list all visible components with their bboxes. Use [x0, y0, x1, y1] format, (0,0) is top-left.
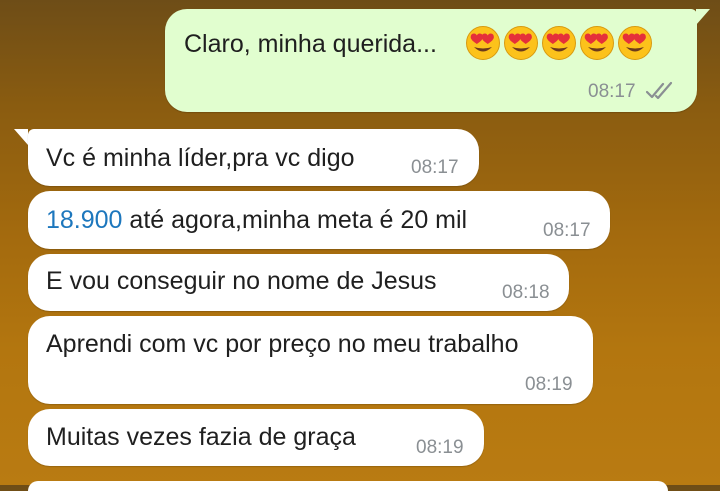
message-bubble-incoming[interactable]: Muitas vezes fazia de graça 08:19	[28, 409, 484, 466]
heart-eyes-emoji	[542, 26, 576, 60]
message-text: Claro, minha querida...	[184, 30, 437, 58]
message-bubble-incoming[interactable]: Vc é minha líder,pra vc digo 08:17	[28, 129, 479, 186]
message-text: Muitas vezes fazia de graça	[46, 423, 356, 451]
heart-eyes-emoji	[504, 26, 538, 60]
heart-eyes-emoji	[466, 26, 500, 60]
message-text-rest: até agora,minha meta é 20 mil	[122, 206, 468, 234]
message-bubble-incoming[interactable]: 18.900 até agora,minha meta é 20 mil 08:…	[28, 191, 610, 249]
double-check-icon	[646, 81, 673, 100]
heart-eyes-emoji	[580, 26, 614, 60]
message-time: 08:19	[525, 374, 573, 395]
next-bubble-edge	[28, 481, 668, 491]
phone-number-link[interactable]: 18.900	[46, 206, 122, 234]
bubble-tail	[696, 9, 710, 25]
message-time: 08:17	[543, 220, 591, 241]
message-time: 08:18	[502, 282, 550, 303]
message-text: 18.900 até agora,minha meta é 20 mil	[46, 205, 467, 235]
message-bubble-outgoing[interactable]: Claro, minha querida... 08:17	[165, 9, 697, 112]
message-bubble-incoming[interactable]: E vou conseguir no nome de Jesus 08:18	[28, 254, 569, 311]
heart-eyes-emoji	[618, 26, 652, 60]
emoji-group	[463, 25, 653, 61]
message-text: Vc é minha líder,pra vc digo	[46, 144, 355, 172]
message-text: Aprendi com vc por preço no meu trabalho	[46, 330, 519, 358]
message-text: E vou conseguir no nome de Jesus	[46, 267, 437, 295]
message-bubble-incoming[interactable]: Aprendi com vc por preço no meu trabalho…	[28, 316, 593, 404]
message-time: 08:19	[416, 437, 464, 458]
message-time: 08:17	[588, 81, 636, 102]
bubble-tail	[14, 129, 28, 145]
message-time: 08:17	[411, 157, 459, 178]
